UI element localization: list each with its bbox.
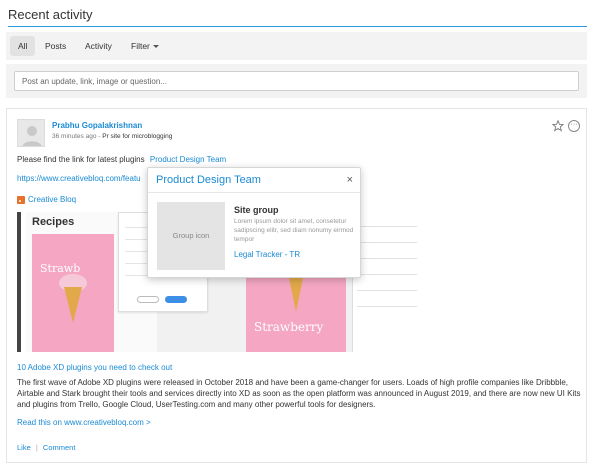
user-silhouette-icon <box>22 126 42 146</box>
tab-all[interactable]: All <box>10 36 36 56</box>
popup-title[interactable]: Product Design Team <box>156 174 261 186</box>
preview-accent-bar <box>17 212 21 352</box>
preview-recipes-heading: Recipes <box>32 216 75 228</box>
post-input[interactable] <box>14 71 579 91</box>
source-link[interactable]: Creative Bloq <box>28 195 76 204</box>
post-actions: Like | Comment <box>17 443 75 452</box>
filter-label: Filter <box>131 41 150 51</box>
post-time: 36 minutes ago <box>52 133 97 140</box>
legal-tracker-link[interactable]: Legal Tracker - TR <box>234 250 300 259</box>
preview-cone-2 <box>289 278 303 312</box>
source-row: Creative Bloq <box>17 195 76 205</box>
tab-activity[interactable]: Activity <box>77 36 120 56</box>
group-hover-card: Product Design Team × Group icon Site gr… <box>147 167 361 278</box>
read-more-link[interactable]: Read this on www.creativebloq.com > <box>17 418 151 427</box>
author-link[interactable]: Prabhu Gopalakrishnan <box>52 121 142 130</box>
popup-subtitle: Site group <box>234 205 279 215</box>
popup-description: Lorem ipsum dolor sit amet, consetetur s… <box>234 218 354 243</box>
actions-separator: | <box>35 443 38 452</box>
chevron-down-icon <box>152 45 159 49</box>
article-title-link[interactable]: 10 Adobe XD plugins you need to check ou… <box>17 363 172 372</box>
avatar[interactable] <box>17 119 45 147</box>
activity-card: Prabhu Gopalakrishnan 36 minutes ago - P… <box>6 108 587 463</box>
article-description: The first wave of Adobe XD plugins were … <box>17 378 581 409</box>
comment-button[interactable]: Comment <box>43 443 76 452</box>
close-icon[interactable]: × <box>347 174 353 186</box>
page-title: Recent activity <box>8 7 93 22</box>
post-url-link[interactable]: https://www.creativebloq.com/featu <box>17 174 141 183</box>
more-icon[interactable]: ··· <box>568 120 580 132</box>
rss-icon <box>17 195 25 204</box>
post-text: Please find the link for latest plugins <box>17 155 145 164</box>
preview-strawberry-text: Strawberry <box>254 320 324 334</box>
preview-settings-panel <box>352 212 425 352</box>
popup-divider <box>148 192 360 193</box>
post-meta: 36 minutes ago - Pr site for microbloggi… <box>52 133 172 140</box>
like-button[interactable]: Like <box>17 443 31 452</box>
mention-link[interactable]: Product Design Team <box>150 155 226 164</box>
group-icon: Group icon <box>157 202 225 270</box>
preview-cone <box>64 287 82 323</box>
post-composer <box>6 64 587 98</box>
tab-posts[interactable]: Posts <box>37 36 74 56</box>
post-body: Please find the link for latest plugins … <box>17 155 226 164</box>
activity-tabs: All Posts Activity Filter <box>6 32 587 60</box>
header-divider <box>8 26 587 27</box>
post-context: Pr site for microblogging <box>102 133 173 140</box>
star-icon[interactable] <box>552 120 564 132</box>
tab-filter[interactable]: Filter <box>123 36 167 56</box>
